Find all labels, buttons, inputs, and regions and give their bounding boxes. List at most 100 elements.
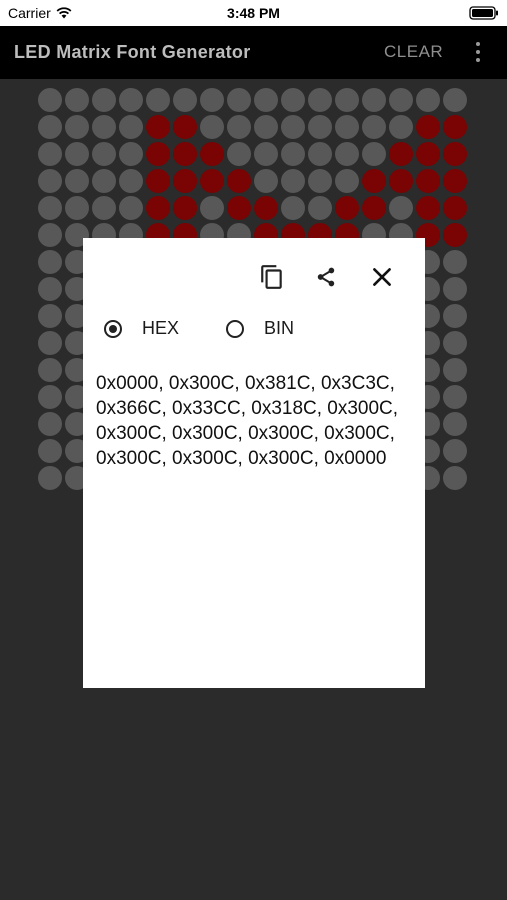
led-cell[interactable]	[119, 88, 143, 112]
led-cell[interactable]	[443, 358, 467, 382]
led-cell[interactable]	[281, 142, 305, 166]
led-cell[interactable]	[92, 169, 116, 193]
led-cell[interactable]	[254, 142, 278, 166]
led-cell[interactable]	[443, 385, 467, 409]
led-cell[interactable]	[416, 169, 440, 193]
led-cell[interactable]	[38, 358, 62, 382]
led-cell[interactable]	[38, 331, 62, 355]
led-cell[interactable]	[443, 88, 467, 112]
led-cell[interactable]	[389, 88, 413, 112]
led-cell[interactable]	[227, 142, 251, 166]
led-cell[interactable]	[335, 88, 359, 112]
led-cell[interactable]	[119, 115, 143, 139]
led-cell[interactable]	[38, 412, 62, 436]
close-icon[interactable]	[369, 264, 395, 290]
led-cell[interactable]	[200, 88, 224, 112]
led-cell[interactable]	[65, 169, 89, 193]
led-cell[interactable]	[389, 196, 413, 220]
led-cell[interactable]	[38, 196, 62, 220]
led-cell[interactable]	[443, 223, 467, 247]
led-cell[interactable]	[38, 169, 62, 193]
led-cell[interactable]	[362, 169, 386, 193]
led-cell[interactable]	[281, 169, 305, 193]
led-cell[interactable]	[146, 115, 170, 139]
led-cell[interactable]	[416, 142, 440, 166]
led-cell[interactable]	[92, 115, 116, 139]
led-cell[interactable]	[362, 88, 386, 112]
led-cell[interactable]	[335, 142, 359, 166]
led-cell[interactable]	[200, 169, 224, 193]
led-cell[interactable]	[38, 142, 62, 166]
led-cell[interactable]	[443, 466, 467, 490]
led-cell[interactable]	[146, 196, 170, 220]
led-cell[interactable]	[443, 304, 467, 328]
led-cell[interactable]	[362, 142, 386, 166]
led-cell[interactable]	[65, 142, 89, 166]
led-cell[interactable]	[254, 169, 278, 193]
led-cell[interactable]	[92, 88, 116, 112]
led-cell[interactable]	[362, 196, 386, 220]
led-cell[interactable]	[92, 142, 116, 166]
led-cell[interactable]	[65, 88, 89, 112]
led-cell[interactable]	[308, 142, 332, 166]
led-cell[interactable]	[227, 196, 251, 220]
led-cell[interactable]	[335, 115, 359, 139]
led-cell[interactable]	[146, 169, 170, 193]
led-cell[interactable]	[92, 196, 116, 220]
led-cell[interactable]	[308, 88, 332, 112]
copy-icon[interactable]	[259, 264, 285, 290]
led-cell[interactable]	[38, 115, 62, 139]
led-cell[interactable]	[200, 115, 224, 139]
share-icon[interactable]	[313, 264, 339, 290]
led-cell[interactable]	[443, 115, 467, 139]
more-menu-icon[interactable]	[470, 40, 486, 64]
hex-radio[interactable]: HEX	[104, 318, 179, 339]
bin-radio[interactable]: BIN	[226, 318, 294, 339]
led-cell[interactable]	[389, 142, 413, 166]
led-cell[interactable]	[443, 250, 467, 274]
led-cell[interactable]	[443, 412, 467, 436]
led-cell[interactable]	[227, 88, 251, 112]
led-cell[interactable]	[146, 142, 170, 166]
led-cell[interactable]	[443, 196, 467, 220]
led-cell[interactable]	[38, 439, 62, 463]
led-cell[interactable]	[389, 169, 413, 193]
led-cell[interactable]	[416, 115, 440, 139]
led-cell[interactable]	[38, 277, 62, 301]
led-cell[interactable]	[443, 169, 467, 193]
led-cell[interactable]	[308, 115, 332, 139]
led-cell[interactable]	[362, 115, 386, 139]
led-cell[interactable]	[416, 88, 440, 112]
led-cell[interactable]	[173, 142, 197, 166]
led-cell[interactable]	[146, 88, 170, 112]
led-cell[interactable]	[281, 115, 305, 139]
led-cell[interactable]	[173, 196, 197, 220]
led-cell[interactable]	[173, 115, 197, 139]
led-cell[interactable]	[281, 88, 305, 112]
led-cell[interactable]	[254, 88, 278, 112]
led-cell[interactable]	[335, 169, 359, 193]
led-cell[interactable]	[389, 115, 413, 139]
led-cell[interactable]	[200, 142, 224, 166]
led-cell[interactable]	[65, 115, 89, 139]
led-cell[interactable]	[38, 304, 62, 328]
led-cell[interactable]	[38, 223, 62, 247]
led-cell[interactable]	[308, 169, 332, 193]
led-cell[interactable]	[443, 331, 467, 355]
led-cell[interactable]	[119, 169, 143, 193]
led-cell[interactable]	[38, 88, 62, 112]
led-cell[interactable]	[254, 115, 278, 139]
led-cell[interactable]	[227, 115, 251, 139]
led-cell[interactable]	[65, 196, 89, 220]
led-cell[interactable]	[281, 196, 305, 220]
led-cell[interactable]	[335, 196, 359, 220]
led-cell[interactable]	[200, 196, 224, 220]
led-cell[interactable]	[443, 439, 467, 463]
led-cell[interactable]	[308, 196, 332, 220]
led-cell[interactable]	[173, 169, 197, 193]
led-cell[interactable]	[119, 142, 143, 166]
led-cell[interactable]	[119, 196, 143, 220]
led-cell[interactable]	[38, 250, 62, 274]
led-cell[interactable]	[173, 88, 197, 112]
led-cell[interactable]	[254, 196, 278, 220]
